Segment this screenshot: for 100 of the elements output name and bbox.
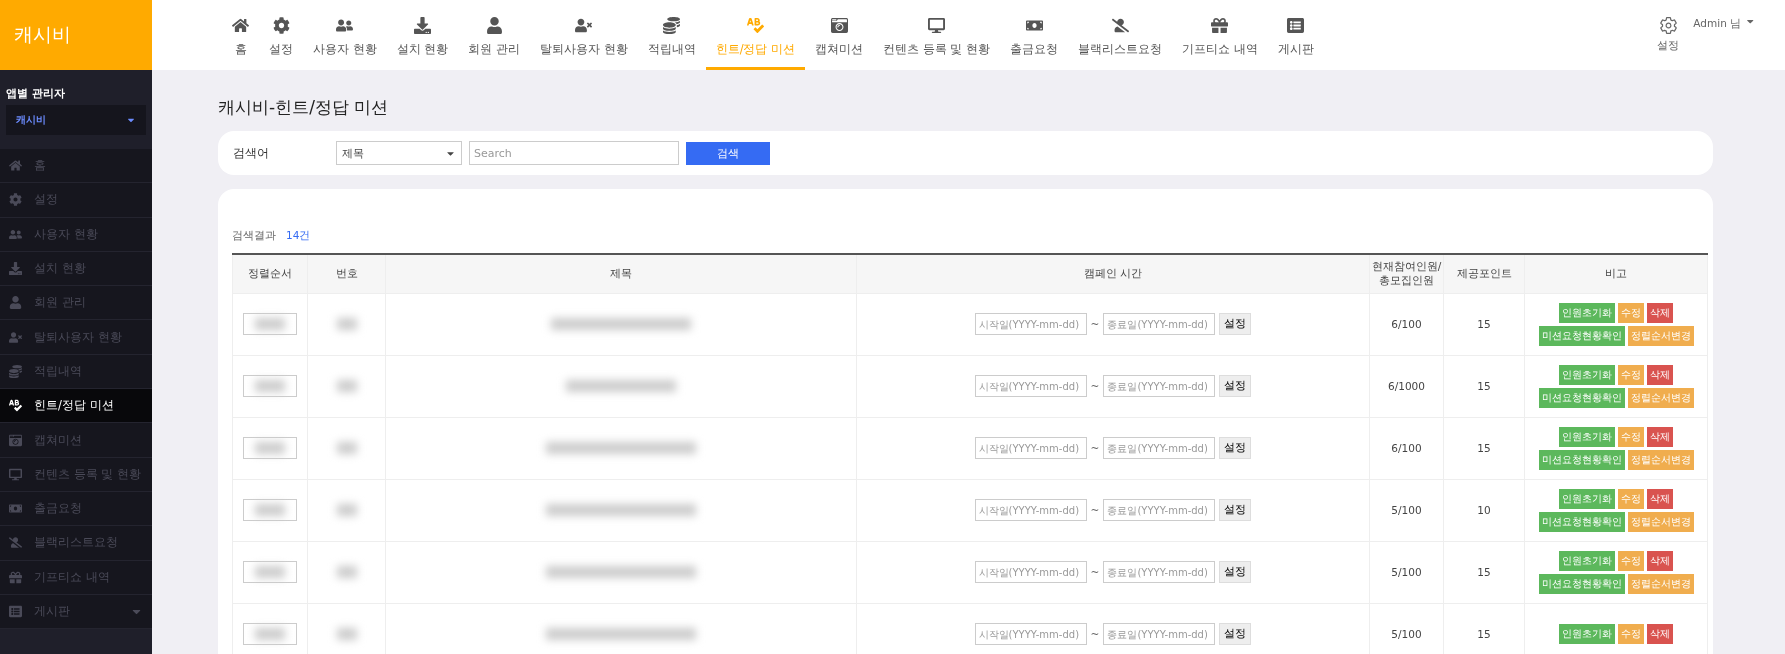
action-button[interactable]: 미션요청현황확인 xyxy=(1538,325,1625,346)
end-date-field[interactable]: 종료일(YYYY-mm-dd) xyxy=(1103,375,1216,397)
range-separator: ~ xyxy=(1090,628,1100,640)
action-button[interactable]: 수정 xyxy=(1618,364,1644,385)
column-header: 제공포인트 xyxy=(1443,254,1525,293)
monitor-icon xyxy=(928,16,946,34)
order-field[interactable] xyxy=(243,561,297,583)
action-button[interactable]: 인원초기화 xyxy=(1559,488,1615,509)
user-x-icon xyxy=(9,330,22,344)
action-button[interactable]: 미션요청현황확인 xyxy=(1538,511,1625,532)
settings-icon xyxy=(1658,16,1678,35)
action-button[interactable]: 삭제 xyxy=(1647,488,1673,509)
blurred-text xyxy=(255,504,285,516)
action-button[interactable]: 수정 xyxy=(1618,624,1644,644)
action-button[interactable]: 삭제 xyxy=(1647,302,1673,323)
nav-tab[interactable]: 출금요청 xyxy=(1000,0,1069,70)
set-button[interactable]: 설정 xyxy=(1219,499,1252,521)
order-field[interactable] xyxy=(243,437,297,459)
nav-tab[interactable]: 캡쳐미션 xyxy=(805,0,874,70)
user-icon xyxy=(485,16,503,34)
action-button[interactable]: 미션요청현황확인 xyxy=(1538,573,1625,594)
nav-tab[interactable]: 힌트/정답 미션 xyxy=(705,0,806,70)
sidebar-item[interactable]: 힌트/정답 미션 xyxy=(0,389,152,424)
user-slash-icon xyxy=(1111,16,1129,34)
action-button[interactable]: 삭제 xyxy=(1647,550,1673,571)
nav-tab[interactable]: 컨텐츠 등록 및 현황 xyxy=(873,0,1001,70)
set-button[interactable]: 설정 xyxy=(1219,623,1252,645)
nav-tab[interactable]: 설정 xyxy=(259,0,303,70)
end-date-field[interactable]: 종료일(YYYY-mm-dd) xyxy=(1103,623,1216,645)
blurred-text xyxy=(336,380,357,392)
set-button[interactable]: 설정 xyxy=(1219,313,1252,335)
action-button[interactable]: 삭제 xyxy=(1647,364,1673,385)
settings-button[interactable]: 설정 xyxy=(1657,16,1680,53)
sidebar-item[interactable]: 블랙리스트요청 xyxy=(0,526,152,561)
range-separator: ~ xyxy=(1090,318,1100,330)
action-button[interactable]: 인원초기화 xyxy=(1559,624,1615,644)
action-button[interactable]: 삭제 xyxy=(1647,624,1673,644)
sidebar-item[interactable]: 출금요청 xyxy=(0,491,152,527)
results-label: 검색결과 xyxy=(232,229,276,243)
end-date-field[interactable]: 종료일(YYYY-mm-dd) xyxy=(1103,437,1216,459)
order-field[interactable] xyxy=(243,623,297,645)
user-slash-icon xyxy=(9,536,22,550)
nav-tab[interactable]: 탈퇴사용자 현황 xyxy=(529,0,638,70)
end-date-field[interactable]: 종료일(YYYY-mm-dd) xyxy=(1103,561,1216,583)
ab-check-icon xyxy=(746,16,764,34)
search-field[interactable]: Search xyxy=(469,141,679,165)
table-cell: 15 xyxy=(1443,417,1525,479)
set-button[interactable]: 설정 xyxy=(1219,437,1252,459)
start-date-field[interactable]: 시작일(YYYY-mm-dd) xyxy=(974,313,1087,335)
action-button[interactable]: 인원초기화 xyxy=(1559,364,1615,385)
action-button[interactable]: 인원초기화 xyxy=(1559,426,1615,447)
action-button[interactable]: 삭제 xyxy=(1647,426,1673,447)
column-header: 캠페인 시간 xyxy=(856,254,1370,293)
nav-tab[interactable]: 게시판 xyxy=(1267,0,1324,70)
app-select[interactable]: 캐시비 xyxy=(6,105,146,135)
nav-tab[interactable]: 블랙리스트요청 xyxy=(1068,0,1173,70)
action-button[interactable]: 수정 xyxy=(1618,488,1644,509)
start-date-field[interactable]: 시작일(YYYY-mm-dd) xyxy=(974,623,1087,645)
nav-tab[interactable]: 설치 현황 xyxy=(386,0,459,70)
user-menu[interactable]: Admin 님 xyxy=(1693,16,1755,31)
field-select[interactable]: 제목 xyxy=(336,141,462,165)
order-field[interactable] xyxy=(243,375,297,397)
action-button[interactable]: 인원초기화 xyxy=(1559,302,1615,323)
action-button[interactable]: 인원초기화 xyxy=(1559,550,1615,571)
action-button[interactable]: 수정 xyxy=(1618,550,1644,571)
nav-tab[interactable]: 기프티쇼 내역 xyxy=(1172,0,1268,70)
action-button[interactable]: 정렬순서변경 xyxy=(1627,573,1694,594)
order-field[interactable] xyxy=(243,499,297,521)
column-header: 비고 xyxy=(1524,254,1708,293)
action-button[interactable]: 정렬순서변경 xyxy=(1627,325,1694,346)
action-button[interactable]: 미션요청현황확인 xyxy=(1538,387,1625,408)
set-button[interactable]: 설정 xyxy=(1219,375,1252,397)
action-button[interactable]: 정렬순서변경 xyxy=(1627,449,1694,470)
search-label: 검색어 xyxy=(233,144,270,162)
start-date-field[interactable]: 시작일(YYYY-mm-dd) xyxy=(974,499,1087,521)
action-button[interactable]: 미션요청현황확인 xyxy=(1538,449,1625,470)
start-date-field[interactable]: 시작일(YYYY-mm-dd) xyxy=(974,375,1087,397)
action-button[interactable]: 정렬순서변경 xyxy=(1627,511,1694,532)
nav-tab[interactable]: 홈 xyxy=(222,0,259,70)
start-date-field[interactable]: 시작일(YYYY-mm-dd) xyxy=(974,437,1087,459)
nav-tab[interactable]: 회원 관리 xyxy=(458,0,530,70)
blurred-text xyxy=(255,380,285,392)
start-date-field[interactable]: 시작일(YYYY-mm-dd) xyxy=(974,561,1087,583)
blurred-text xyxy=(336,504,357,516)
blurred-text xyxy=(255,628,285,640)
search-button[interactable]: 검색 xyxy=(686,141,770,165)
blurred-text xyxy=(255,442,285,454)
coins-icon xyxy=(9,364,22,378)
set-button[interactable]: 설정 xyxy=(1219,561,1252,583)
action-button[interactable]: 수정 xyxy=(1618,302,1644,323)
column-header: 제목 xyxy=(385,254,857,293)
monitor-icon xyxy=(9,467,22,481)
action-button[interactable]: 정렬순서변경 xyxy=(1627,387,1694,408)
nav-tab[interactable]: 사용자 현황 xyxy=(303,0,387,70)
end-date-field[interactable]: 종료일(YYYY-mm-dd) xyxy=(1103,499,1216,521)
nav-tab[interactable]: 적립내역 xyxy=(637,0,706,70)
action-button[interactable]: 수정 xyxy=(1618,426,1644,447)
blurred-text xyxy=(336,628,357,640)
end-date-field[interactable]: 종료일(YYYY-mm-dd) xyxy=(1103,313,1216,335)
order-field[interactable] xyxy=(243,313,297,335)
